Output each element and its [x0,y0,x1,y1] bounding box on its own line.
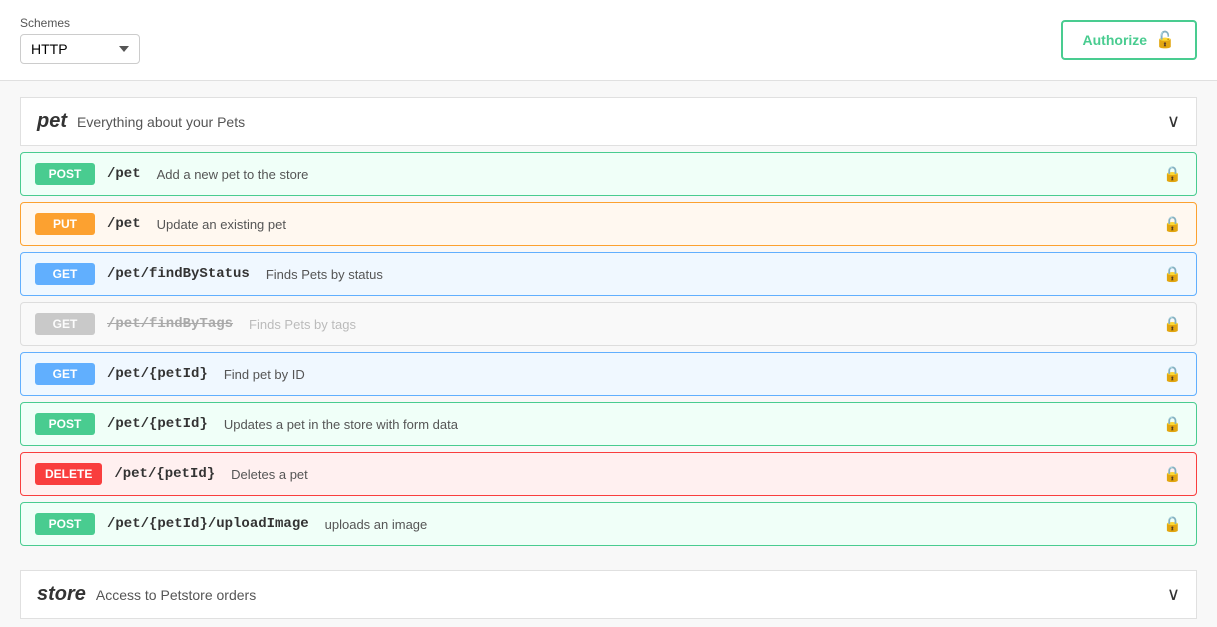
section-title-pet: pet Everything about your Pets [37,110,245,133]
method-badge-put: PUT [35,213,95,235]
endpoint-summary: Finds Pets by status [266,267,383,282]
endpoint-get-petid[interactable]: GET /pet/{petId} Find pet by ID 🔒 [20,352,1197,396]
authorize-button[interactable]: Authorize 🔓 [1061,20,1197,60]
endpoint-path: /pet/findByStatus [107,266,250,282]
endpoint-left: GET /pet/findByTags Finds Pets by tags [35,313,356,335]
endpoint-left: GET /pet/{petId} Find pet by ID [35,363,305,385]
endpoints-pet: POST /pet Add a new pet to the store 🔒 P… [20,152,1197,546]
section-desc-pet: Everything about your Pets [77,114,245,130]
section-name-pet: pet [37,110,67,133]
endpoint-get-findbytags-deprecated[interactable]: GET /pet/findByTags Finds Pets by tags 🔒 [20,302,1197,346]
endpoint-summary: Find pet by ID [224,367,305,382]
method-badge-post: POST [35,163,95,185]
endpoint-left: POST /pet/{petId} Updates a pet in the s… [35,413,458,435]
endpoint-summary: Deletes a pet [231,467,308,482]
endpoint-summary: Add a new pet to the store [157,167,309,182]
endpoint-path: /pet/{petId} [107,366,208,382]
endpoint-path: /pet [107,166,141,182]
section-header-pet[interactable]: pet Everything about your Pets ∨ [20,97,1197,146]
endpoint-summary: Update an existing pet [157,217,286,232]
lock-icon-small: 🔒 [1163,365,1182,383]
endpoint-path: /pet/{petId} [107,416,208,432]
endpoint-path-deprecated: /pet/findByTags [107,316,233,332]
endpoint-put-pet[interactable]: PUT /pet Update an existing pet 🔒 [20,202,1197,246]
endpoint-post-petid[interactable]: POST /pet/{petId} Updates a pet in the s… [20,402,1197,446]
lock-icon-small: 🔒 [1163,215,1182,233]
method-badge-get: GET [35,263,95,285]
endpoint-left: POST /pet Add a new pet to the store [35,163,308,185]
endpoint-summary: Updates a pet in the store with form dat… [224,417,458,432]
lock-icon-small: 🔒 [1163,465,1182,483]
authorize-label: Authorize [1083,32,1148,48]
lock-icon-small: 🔒 [1163,265,1182,283]
section-pet: pet Everything about your Pets ∨ POST /p… [20,81,1197,554]
endpoint-post-pet[interactable]: POST /pet Add a new pet to the store 🔒 [20,152,1197,196]
chevron-icon-pet: ∨ [1167,111,1180,132]
section-name-store: store [37,583,86,606]
section-desc-store: Access to Petstore orders [96,587,256,603]
endpoint-left: POST /pet/{petId}/uploadImage uploads an… [35,513,427,535]
endpoint-left: GET /pet/findByStatus Finds Pets by stat… [35,263,383,285]
lock-icon-small: 🔒 [1163,315,1182,333]
endpoint-summary-deprecated: Finds Pets by tags [249,317,356,332]
method-badge-delete: DELETE [35,463,102,485]
endpoint-path: /pet [107,216,141,232]
endpoint-get-findbystatus[interactable]: GET /pet/findByStatus Finds Pets by stat… [20,252,1197,296]
method-badge-get: GET [35,363,95,385]
method-badge-post: POST [35,413,95,435]
section-title-store: store Access to Petstore orders [37,583,256,606]
top-bar: Schemes HTTP HTTPS Authorize 🔓 [0,0,1217,81]
method-badge-post: POST [35,513,95,535]
lock-icon-small: 🔒 [1163,515,1182,533]
endpoint-post-uploadimage[interactable]: POST /pet/{petId}/uploadImage uploads an… [20,502,1197,546]
endpoint-path: /pet/{petId}/uploadImage [107,516,309,532]
lock-icon-small: 🔒 [1163,415,1182,433]
schemes-select[interactable]: HTTP HTTPS [20,34,140,64]
main-content: pet Everything about your Pets ∨ POST /p… [0,81,1217,627]
endpoint-path: /pet/{petId} [114,466,215,482]
section-store: store Access to Petstore orders ∨ [20,554,1197,627]
section-header-store[interactable]: store Access to Petstore orders ∨ [20,570,1197,619]
endpoint-summary: uploads an image [325,517,428,532]
endpoint-left: PUT /pet Update an existing pet [35,213,286,235]
method-badge-get-disabled: GET [35,313,95,335]
lock-icon-small: 🔒 [1163,165,1182,183]
chevron-icon-store: ∨ [1167,584,1180,605]
schemes-section: Schemes HTTP HTTPS [20,16,140,64]
endpoint-delete-petid[interactable]: DELETE /pet/{petId} Deletes a pet 🔒 [20,452,1197,496]
endpoint-left: DELETE /pet/{petId} Deletes a pet [35,463,308,485]
lock-icon: 🔓 [1155,30,1175,50]
schemes-label: Schemes [20,16,140,30]
